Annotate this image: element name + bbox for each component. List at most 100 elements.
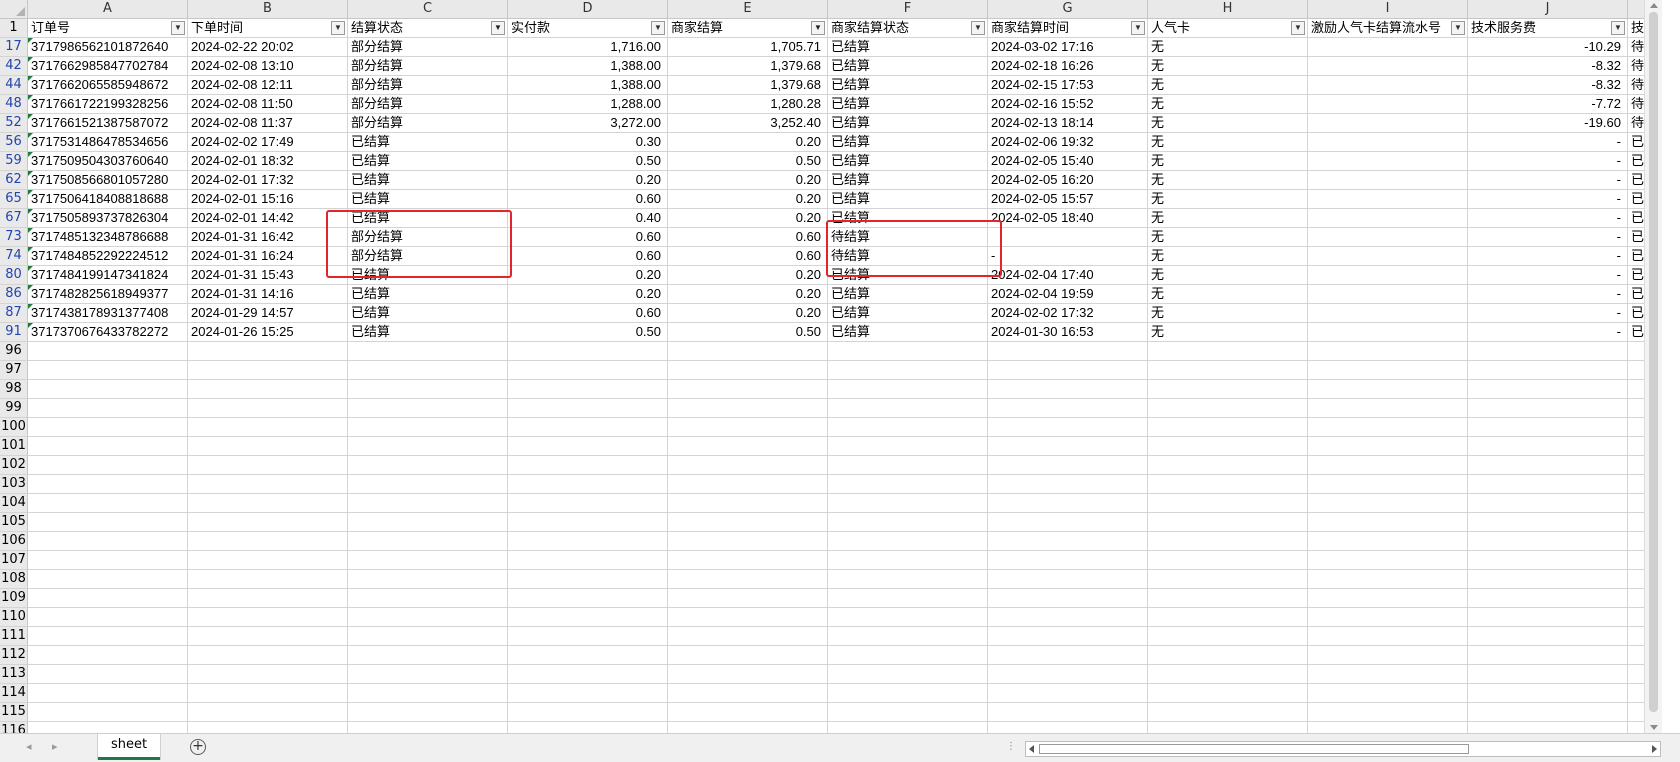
column-header-d[interactable]: D (508, 0, 668, 19)
table-cell[interactable]: 已结算 (348, 209, 508, 228)
empty-cell[interactable] (188, 513, 348, 532)
empty-cell[interactable] (188, 608, 348, 627)
select-all-corner[interactable] (0, 0, 28, 19)
table-cell[interactable]: 已结算 (828, 152, 988, 171)
empty-cell[interactable] (1468, 722, 1628, 733)
filter-dropdown-icon[interactable]: ▼ (651, 21, 665, 35)
table-cell[interactable]: 3717484852292224512 (28, 247, 188, 266)
table-cell[interactable]: - (1468, 266, 1628, 285)
table-cell[interactable]: -8.32 (1468, 76, 1628, 95)
empty-cell[interactable] (28, 627, 188, 646)
table-cell[interactable]: -8.32 (1468, 57, 1628, 76)
row-number[interactable]: 104 (0, 494, 28, 513)
row-number[interactable]: 105 (0, 513, 28, 532)
empty-cell[interactable] (1468, 494, 1628, 513)
empty-cell[interactable] (188, 665, 348, 684)
table-cell[interactable]: 2024-02-04 17:40 (988, 266, 1148, 285)
empty-cell[interactable] (1308, 437, 1468, 456)
row-number[interactable]: 48 (0, 95, 28, 114)
table-cell[interactable]: 2024-02-04 19:59 (988, 285, 1148, 304)
table-cell[interactable]: 已结算 (828, 190, 988, 209)
empty-cell[interactable] (188, 361, 348, 380)
next-sheet-arrow-icon[interactable]: ▸ (52, 740, 58, 753)
table-cell[interactable]: 已结算 (828, 114, 988, 133)
empty-cell[interactable] (188, 456, 348, 475)
table-cell[interactable]: 0.60 (508, 304, 668, 323)
table-cell[interactable]: 无 (1148, 266, 1308, 285)
table-cell[interactable]: 0.60 (508, 190, 668, 209)
table-cell[interactable]: 3717485132348786688 (28, 228, 188, 247)
empty-cell[interactable] (988, 361, 1148, 380)
empty-cell[interactable] (668, 532, 828, 551)
empty-cell[interactable] (508, 589, 668, 608)
table-cell[interactable]: 1,379.68 (668, 57, 828, 76)
empty-cell[interactable] (828, 703, 988, 722)
table-cell[interactable]: 2024-01-31 16:24 (188, 247, 348, 266)
table-cell[interactable]: 3717482825618949377 (28, 285, 188, 304)
empty-cell[interactable] (508, 494, 668, 513)
header-cell[interactable]: 订单号 ▼ (28, 19, 188, 38)
empty-cell[interactable] (1308, 684, 1468, 703)
empty-cell[interactable] (1468, 361, 1628, 380)
empty-cell[interactable] (1148, 551, 1308, 570)
row-number[interactable]: 100 (0, 418, 28, 437)
filter-dropdown-icon[interactable]: ▼ (171, 21, 185, 35)
empty-cell[interactable] (188, 722, 348, 733)
table-cell[interactable]: 3717661521387587072 (28, 114, 188, 133)
table-cell[interactable]: 0.20 (668, 304, 828, 323)
empty-cell[interactable] (988, 342, 1148, 361)
empty-cell[interactable] (828, 532, 988, 551)
empty-cell[interactable] (988, 665, 1148, 684)
table-cell[interactable]: 3717370676433782272 (28, 323, 188, 342)
table-cell[interactable]: 2024-02-08 11:37 (188, 114, 348, 133)
table-cell[interactable]: 已结算 (828, 95, 988, 114)
empty-cell[interactable] (508, 627, 668, 646)
empty-cell[interactable] (1148, 684, 1308, 703)
scroll-right-icon[interactable] (1652, 745, 1657, 753)
empty-cell[interactable] (828, 418, 988, 437)
empty-cell[interactable] (508, 456, 668, 475)
empty-cell[interactable] (28, 418, 188, 437)
table-cell[interactable]: 0.50 (508, 323, 668, 342)
table-cell[interactable]: 0.60 (508, 228, 668, 247)
table-cell[interactable] (1308, 266, 1468, 285)
table-cell[interactable] (1308, 76, 1468, 95)
empty-cell[interactable] (348, 456, 508, 475)
table-cell[interactable]: 无 (1148, 247, 1308, 266)
empty-cell[interactable] (28, 722, 188, 733)
empty-cell[interactable] (668, 418, 828, 437)
empty-cell[interactable] (508, 532, 668, 551)
empty-cell[interactable] (668, 627, 828, 646)
empty-cell[interactable] (828, 665, 988, 684)
empty-cell[interactable] (348, 589, 508, 608)
table-cell[interactable]: 部分结算 (348, 247, 508, 266)
empty-cell[interactable] (1148, 361, 1308, 380)
empty-cell[interactable] (1468, 475, 1628, 494)
table-cell[interactable]: 已结算 (828, 76, 988, 95)
empty-cell[interactable] (1468, 589, 1628, 608)
empty-cell[interactable] (988, 475, 1148, 494)
empty-cell[interactable] (348, 342, 508, 361)
table-cell[interactable] (1308, 95, 1468, 114)
empty-cell[interactable] (828, 361, 988, 380)
table-cell[interactable]: 0.20 (668, 171, 828, 190)
row-number[interactable]: 52 (0, 114, 28, 133)
empty-cell[interactable] (988, 684, 1148, 703)
table-cell[interactable]: 部分结算 (348, 228, 508, 247)
row-number[interactable]: 103 (0, 475, 28, 494)
table-cell[interactable]: 0.20 (508, 285, 668, 304)
empty-cell[interactable] (508, 513, 668, 532)
empty-cell[interactable] (668, 342, 828, 361)
table-cell[interactable]: 3717531486478534656 (28, 133, 188, 152)
empty-cell[interactable] (188, 494, 348, 513)
table-cell[interactable]: 部分结算 (348, 57, 508, 76)
empty-cell[interactable] (348, 627, 508, 646)
empty-cell[interactable] (348, 513, 508, 532)
empty-cell[interactable] (1148, 437, 1308, 456)
empty-cell[interactable] (188, 646, 348, 665)
empty-cell[interactable] (508, 437, 668, 456)
empty-cell[interactable] (988, 532, 1148, 551)
table-cell[interactable]: 已结算 (828, 323, 988, 342)
table-cell[interactable]: 3717662065585948672 (28, 76, 188, 95)
table-cell[interactable]: 2024-02-05 16:20 (988, 171, 1148, 190)
